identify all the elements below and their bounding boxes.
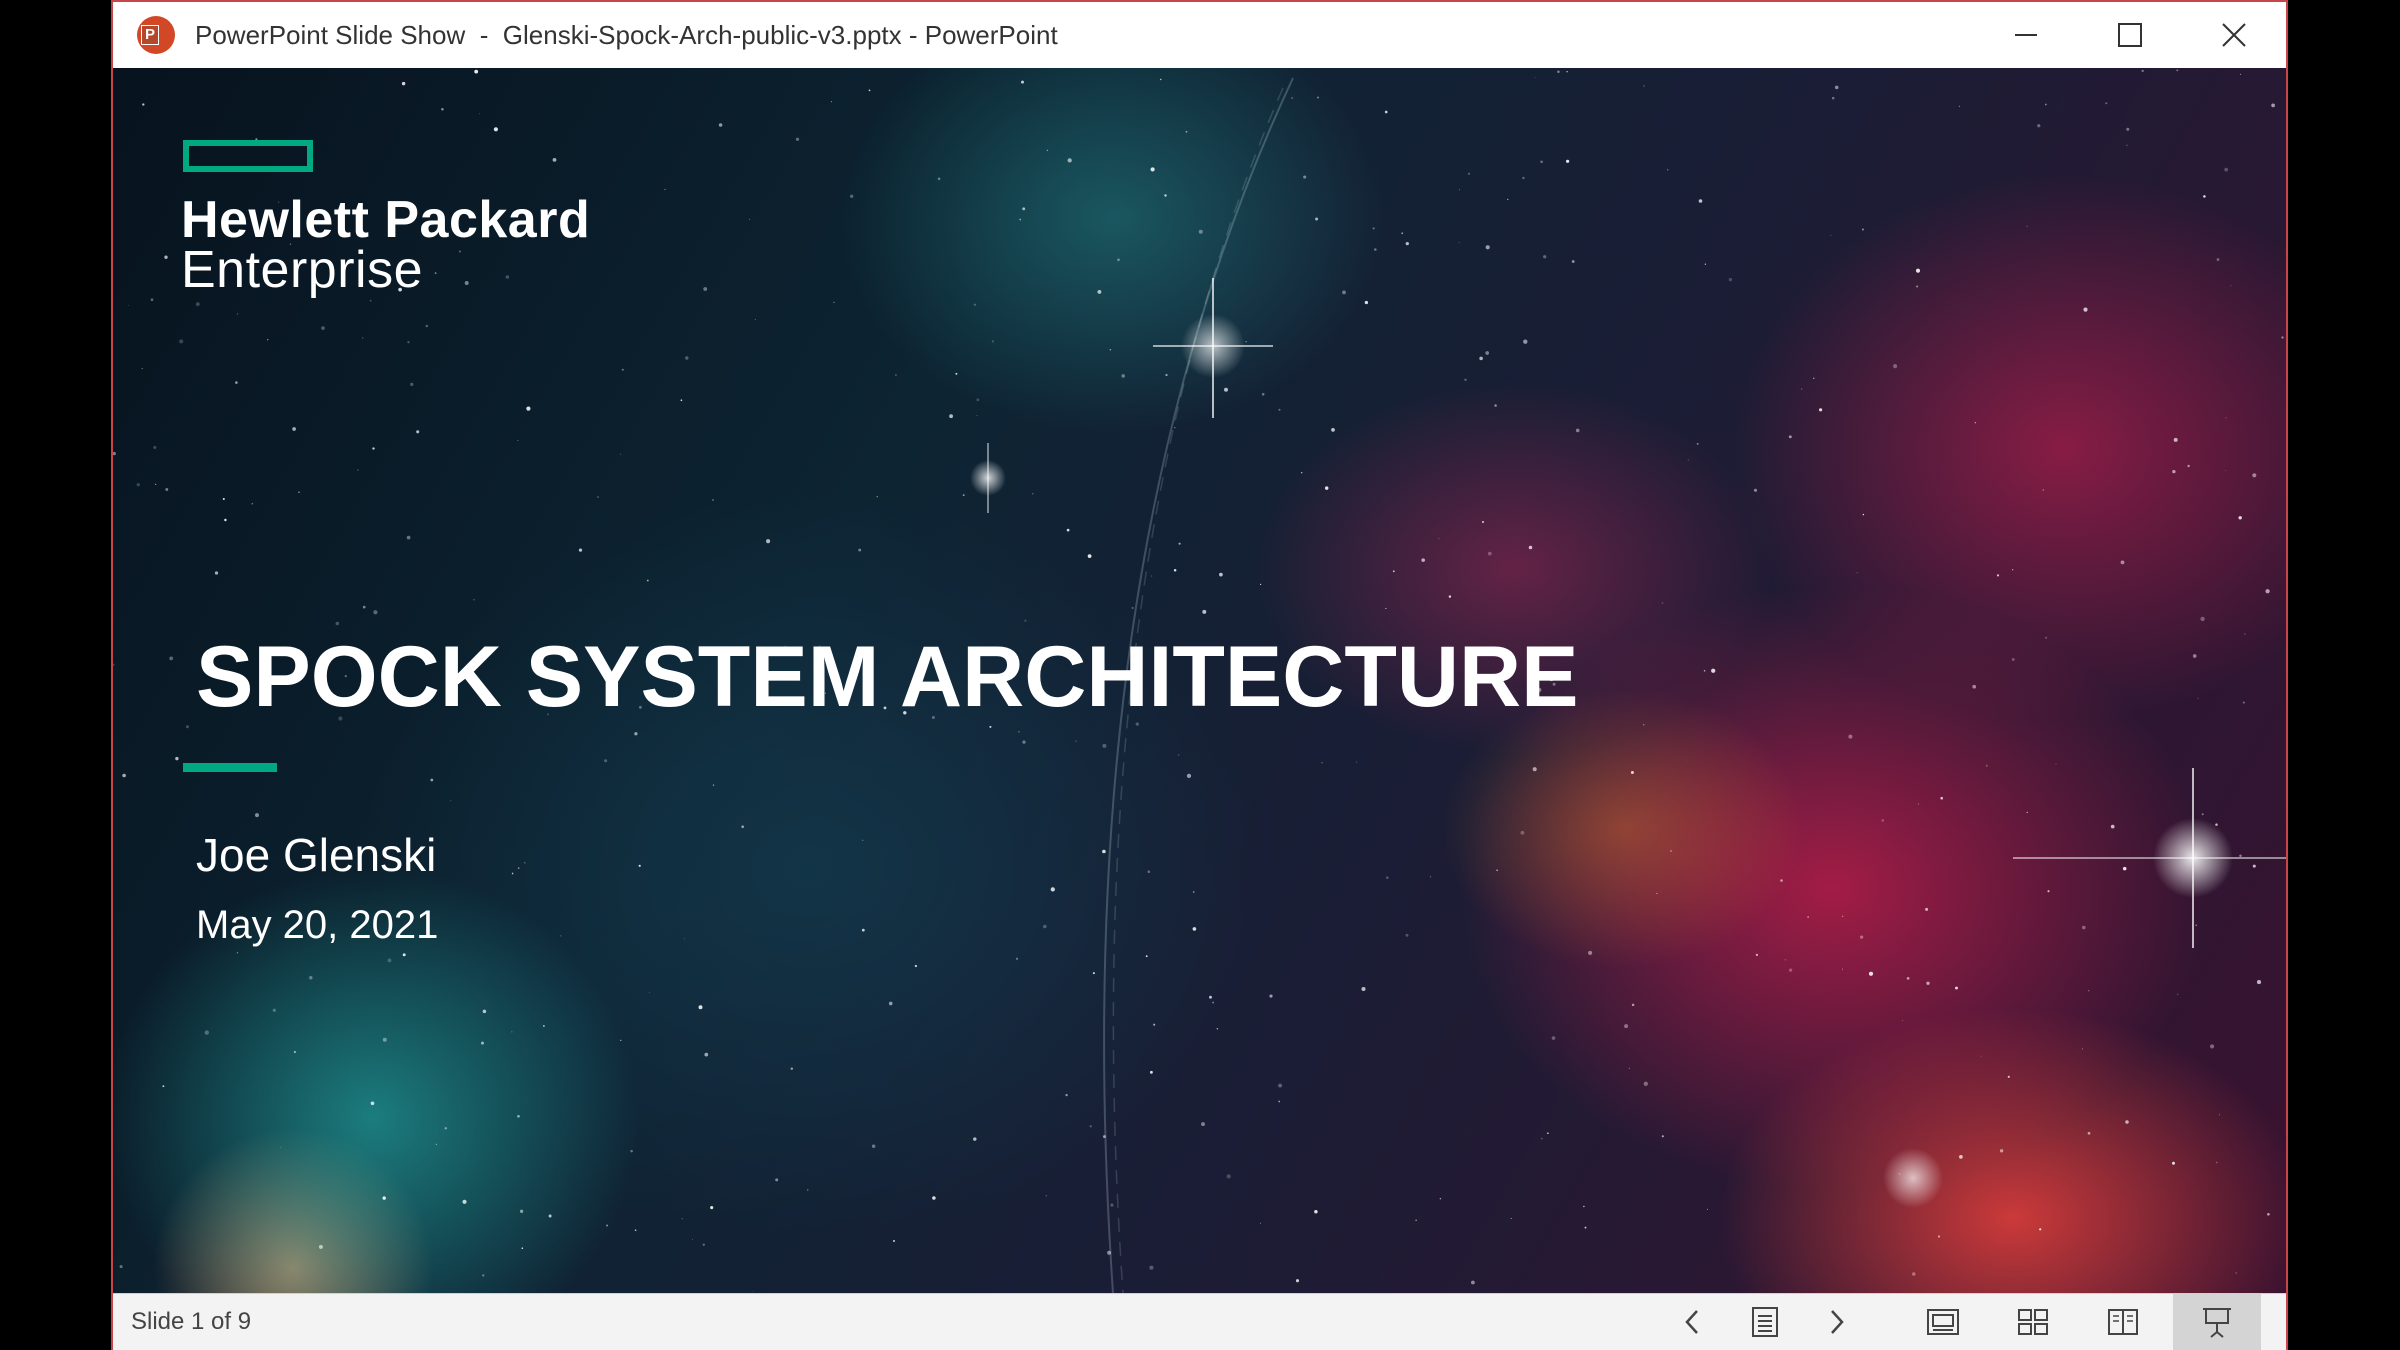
- normal-view-button[interactable]: [1913, 1294, 1973, 1350]
- slide-counter: Slide 1 of 9: [131, 1308, 252, 1335]
- slide-sorter-icon: [2018, 1309, 2048, 1335]
- window-title: PowerPoint Slide Show - Glenski-Spock-Ar…: [195, 20, 1058, 50]
- title-bar[interactable]: P PowerPoint Slide Show - Glenski-Spock-…: [113, 0, 2286, 68]
- minimize-icon: [2015, 34, 2037, 36]
- slideshow-icon: [2203, 1308, 2231, 1338]
- close-icon: [2222, 23, 2246, 47]
- maximize-button[interactable]: [2078, 2, 2182, 68]
- reading-view-button[interactable]: [2093, 1294, 2153, 1350]
- notes-button[interactable]: [1735, 1294, 1795, 1350]
- minimize-button[interactable]: [1974, 2, 2078, 68]
- slide-title: SPOCK SYSTEM ARCHITECTURE: [196, 629, 1579, 725]
- slideshow-button[interactable]: [2173, 1294, 2261, 1350]
- close-button[interactable]: [2182, 2, 2286, 68]
- presenter-name: Joe Glenski: [196, 829, 437, 881]
- chevron-left-icon: [1685, 1310, 1698, 1334]
- status-bar: Slide 1 of 9: [113, 1293, 2286, 1350]
- notes-icon: [1752, 1307, 1778, 1337]
- slide-sorter-button[interactable]: [2003, 1294, 2063, 1350]
- hpe-logo-element: [183, 140, 313, 172]
- chevron-right-icon: [1831, 1310, 1844, 1334]
- powerpoint-window: P PowerPoint Slide Show - Glenski-Spock-…: [111, 0, 2288, 1350]
- previous-slide-button[interactable]: [1663, 1294, 1723, 1350]
- title-accent-bar: [183, 763, 277, 772]
- maximize-icon: [2118, 23, 2142, 47]
- next-slide-button[interactable]: [1806, 1294, 1866, 1350]
- slide-canvas[interactable]: Hewlett Packard Enterprise SPOCK SYSTEM …: [113, 68, 2286, 1293]
- normal-view-icon: [1927, 1309, 1959, 1335]
- powerpoint-icon: P: [137, 16, 175, 54]
- presentation-date: May 20, 2021: [196, 903, 439, 947]
- company-name-line-2: Enterprise: [181, 241, 423, 299]
- reading-view-icon: [2108, 1309, 2138, 1335]
